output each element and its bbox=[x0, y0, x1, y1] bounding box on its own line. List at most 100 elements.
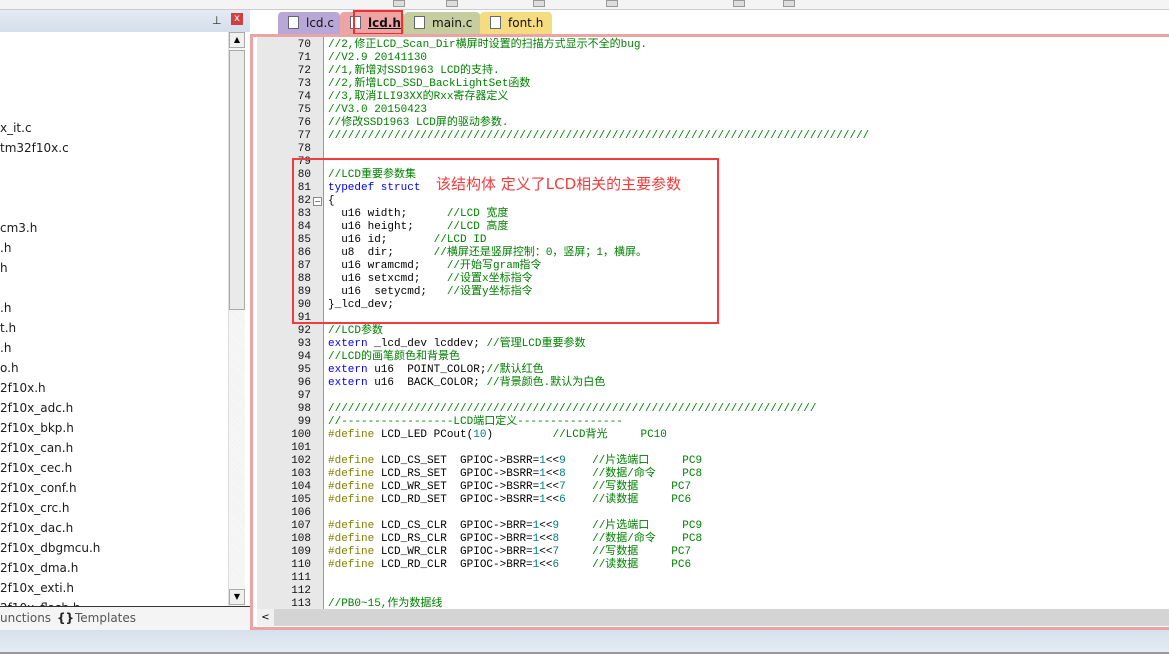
tab-label: font.h bbox=[508, 16, 544, 30]
line-number: 72 bbox=[297, 65, 311, 77]
file-item[interactable]: 2f10x_cec.h bbox=[0, 461, 72, 475]
comment-token: ////////////////////////////////////////… bbox=[328, 403, 817, 415]
pp-token: #define bbox=[328, 494, 375, 506]
file-item[interactable]: .h bbox=[0, 241, 11, 255]
line-number: 100 bbox=[291, 429, 311, 441]
file-item[interactable]: 2f10x_can.h bbox=[0, 441, 73, 455]
code-line: #define LCD_WR_SET GPIOC->BSRR=1<<7 //写数… bbox=[328, 481, 691, 494]
line-number: 110 bbox=[291, 559, 311, 571]
pp-token: #define bbox=[328, 559, 375, 571]
comment-token: //修改SSD1963 LCD屏的驱动参数. bbox=[328, 117, 509, 129]
scroll-left-icon[interactable]: < bbox=[257, 609, 274, 626]
toolbar-button[interactable] bbox=[733, 0, 745, 7]
tab-functions[interactable]: unctions bbox=[0, 611, 51, 625]
pin-icon[interactable]: ⊥ bbox=[212, 14, 222, 27]
file-item[interactable]: h bbox=[0, 261, 8, 275]
line-number: 93 bbox=[297, 338, 311, 350]
toolbar bbox=[0, 0, 1169, 10]
line-number: 94 bbox=[297, 351, 311, 363]
file-item[interactable]: .h bbox=[0, 301, 11, 315]
toolbar-button[interactable] bbox=[783, 0, 795, 7]
text-token: ) bbox=[486, 429, 553, 441]
code-line: //V3.0 20150423 bbox=[328, 104, 427, 117]
toolbar-button[interactable] bbox=[606, 0, 618, 7]
comment-token: //默认红色 bbox=[486, 364, 544, 376]
file-item[interactable]: x_it.c bbox=[0, 121, 32, 135]
code-line: //3,取消ILI93XX的Rxx寄存器定义 bbox=[328, 91, 508, 104]
file-item[interactable]: 2f10x_crc.h bbox=[0, 501, 70, 515]
comment-token: //3,取消ILI93XX的Rxx寄存器定义 bbox=[328, 91, 509, 103]
file-item[interactable]: 2f10x.h bbox=[0, 381, 46, 395]
line-number: 99 bbox=[297, 416, 311, 428]
templates-icon: {} bbox=[57, 611, 75, 625]
comment-token: //写数据 PC7 bbox=[592, 481, 692, 493]
line-number: 77 bbox=[297, 130, 311, 142]
tab-lcd-c[interactable]: lcd.c bbox=[278, 12, 340, 34]
close-panel-button[interactable]: x bbox=[231, 13, 243, 25]
text-token: LCD_WR_CLR GPIOC->BRR= bbox=[374, 546, 533, 558]
num-token: 10 bbox=[473, 429, 487, 441]
file-item[interactable]: 2f10x_conf.h bbox=[0, 481, 77, 495]
tab-font-h[interactable]: font.h bbox=[480, 12, 552, 34]
text-token: LCD_RD_SET GPIOC->BSRR= bbox=[374, 494, 540, 506]
highlight-box bbox=[353, 10, 403, 35]
file-item[interactable]: cm3.h bbox=[0, 221, 37, 235]
code-line: #define LCD_LED PCout(10) //LCD背光 PC10 bbox=[328, 429, 667, 442]
num-token: 1 bbox=[539, 455, 546, 467]
line-number: 105 bbox=[291, 494, 311, 506]
file-item[interactable]: .h bbox=[0, 341, 11, 355]
scroll-down-icon[interactable]: ▼ bbox=[229, 589, 245, 605]
file-item[interactable]: tm32f10x.c bbox=[0, 141, 69, 155]
file-tree: x_it.c tm32f10x.c cm3.h .h h .h t.h .h o.h 2f10x.… bbox=[0, 32, 228, 606]
comment-token: //2,修正LCD_Scan_Dir横屏时设置的扫描方式显示不全的bug. bbox=[328, 39, 648, 51]
comment-token: //LCD参数 bbox=[328, 325, 384, 337]
panel-scrollbar[interactable]: ▲ ▼ bbox=[228, 32, 245, 606]
line-number: 74 bbox=[297, 91, 311, 103]
file-item[interactable]: 2f10x_dma.h bbox=[0, 561, 78, 575]
tab-main-c[interactable]: main.c bbox=[404, 12, 480, 34]
code-line: //LCD的画笔颜色和背景色 bbox=[328, 351, 460, 364]
code-editor[interactable]: 70 //2,修正LCD_Scan_Dir横屏时设置的扫描方式显示不全的bug. 7… bbox=[250, 34, 1169, 630]
file-icon bbox=[414, 16, 425, 29]
file-item[interactable]: 2f10x_dbgmcu.h bbox=[0, 541, 100, 555]
comment-token: //管理LCD重要参数 bbox=[486, 338, 586, 350]
file-icon bbox=[288, 16, 299, 29]
code-line: //LCD参数 bbox=[328, 325, 383, 338]
text-token: u16 POINT_COLOR; bbox=[367, 364, 487, 376]
code-line: //2,新增LCD_SSD_BackLightSet函数 bbox=[328, 78, 530, 91]
line-number: 102 bbox=[291, 455, 311, 467]
file-item[interactable]: o.h bbox=[0, 361, 19, 375]
toolbar-button[interactable] bbox=[533, 0, 545, 7]
num-token: 1 bbox=[539, 468, 546, 480]
file-item[interactable]: 2f10x_dac.h bbox=[0, 521, 73, 535]
toolbar-button[interactable] bbox=[446, 0, 458, 7]
file-item[interactable]: 2f10x_exti.h bbox=[0, 581, 74, 595]
toolbar-button[interactable] bbox=[393, 0, 405, 7]
text-token: _lcd_dev lcddev; bbox=[367, 338, 487, 350]
horizontal-scrollbar[interactable]: < bbox=[257, 609, 1169, 626]
line-number: 97 bbox=[297, 390, 311, 402]
file-item[interactable]: 2f10x_adc.h bbox=[0, 401, 73, 415]
line-number: 109 bbox=[291, 546, 311, 558]
annotation-text: 该结构体 定义了LCD相关的主要参数 bbox=[436, 175, 682, 193]
line-number: 98 bbox=[297, 403, 311, 415]
file-item[interactable]: 2f10x_bkp.h bbox=[0, 421, 74, 435]
text-token: LCD_CS_SET GPIOC->BSRR= bbox=[374, 455, 540, 467]
comment-token: //LCD背光 PC10 bbox=[552, 429, 667, 441]
num-token: 1 bbox=[539, 494, 546, 506]
file-item[interactable]: t.h bbox=[0, 321, 16, 335]
text-token: << bbox=[545, 468, 560, 480]
text-token: LCD_RS_SET GPIOC->BSRR= bbox=[374, 468, 540, 480]
tab-templates[interactable]: Templates bbox=[75, 611, 136, 625]
scroll-up-icon[interactable]: ▲ bbox=[229, 32, 245, 48]
scroll-thumb[interactable] bbox=[229, 50, 245, 310]
code-line: #define LCD_RS_CLR GPIOC->BRR=1<<8 //数据/… bbox=[328, 533, 702, 546]
line-number: 78 bbox=[297, 143, 311, 155]
code-line: ////////////////////////////////////////… bbox=[328, 130, 869, 143]
line-number: 96 bbox=[297, 377, 311, 389]
